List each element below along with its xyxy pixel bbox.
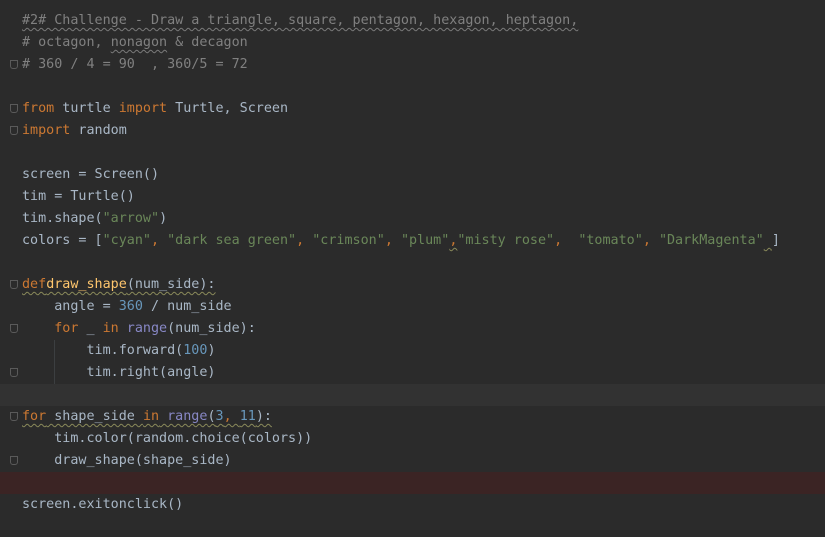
- keyword-for: for: [22, 321, 79, 336]
- keyword-import: import: [22, 123, 71, 138]
- statement: tim.color(random.choice(colors)): [22, 431, 313, 446]
- code-line-17[interactable]: tim.right(angle): [10, 362, 825, 384]
- code-line-6[interactable]: import random: [10, 120, 825, 142]
- fold-start-icon[interactable]: [10, 324, 18, 333]
- string: "dark sea green": [167, 233, 297, 248]
- punct: ,: [223, 409, 240, 424]
- statement: tim = Turtle(): [22, 189, 135, 204]
- loop-var: _: [78, 321, 103, 336]
- code-line-10[interactable]: tim.shape("arrow"): [22, 208, 825, 230]
- string: "crimson": [312, 233, 385, 248]
- code-line-15[interactable]: for _ in range(num_side):: [10, 318, 825, 340]
- statement: tim.forward(: [22, 343, 184, 358]
- string: "plum": [400, 233, 450, 248]
- comment: # octagon,: [22, 35, 111, 50]
- statement: tim.shape(: [22, 211, 103, 226]
- fold-end-icon[interactable]: [10, 126, 18, 135]
- fold-start-icon[interactable]: [10, 412, 18, 421]
- fold-end-icon[interactable]: [10, 60, 18, 69]
- code-line-23[interactable]: screen.exitonclick(): [22, 494, 825, 516]
- number: 3: [215, 409, 224, 424]
- keyword-def: def: [22, 277, 47, 292]
- code-line-21[interactable]: draw_shape(shape_side): [10, 450, 825, 472]
- loop-var: shape_side: [46, 409, 143, 424]
- code-line-3[interactable]: # 360 / 4 = 90 , 360/5 = 72: [10, 54, 825, 76]
- fold-end-icon[interactable]: [10, 368, 18, 377]
- code-line-1[interactable]: #2# Challenge - Draw a triangle, square,…: [22, 10, 825, 32]
- statement: screen.exitonclick(): [22, 497, 184, 512]
- punct: ):: [255, 409, 272, 424]
- string: "tomato": [578, 233, 643, 248]
- function-params: (num_side):: [126, 277, 216, 292]
- comment: & decagon: [167, 35, 248, 50]
- code-line-11[interactable]: colors = ["cyan", "dark sea green", "cri…: [22, 230, 825, 252]
- comment-typo: nonagon: [110, 35, 168, 50]
- comment: #2# Challenge - Draw a triangle, square,…: [22, 13, 579, 28]
- string: "DarkMagenta": [658, 233, 764, 248]
- code-line-12[interactable]: [22, 252, 825, 274]
- code-line-16[interactable]: tim.forward(100): [22, 340, 825, 362]
- code-line-20[interactable]: tim.color(random.choice(colors)): [22, 428, 825, 450]
- builtin-range: range: [118, 321, 168, 336]
- code-line-7[interactable]: [22, 142, 825, 164]
- statement: draw_shape(shape_side): [22, 453, 232, 468]
- keyword-for: for: [22, 409, 47, 424]
- statement: angle =: [22, 299, 119, 314]
- statement: colors = [: [22, 233, 103, 248]
- punct: ): [207, 343, 216, 358]
- module-name: turtle: [54, 101, 119, 116]
- call-args: (num_side):: [167, 321, 256, 336]
- fold-start-icon[interactable]: [10, 104, 18, 113]
- code-line-18-current[interactable]: [0, 384, 825, 406]
- code-line-22-error[interactable]: [0, 472, 825, 494]
- statement: tim.right(angle): [22, 365, 216, 380]
- fold-start-icon[interactable]: [10, 280, 18, 289]
- code-line-2[interactable]: # octagon, nonagon & decagon: [22, 32, 825, 54]
- string: "misty rose": [457, 233, 555, 248]
- code-line-19[interactable]: for shape_side in range(3, 11):: [10, 406, 825, 428]
- code-line-5[interactable]: from turtle import Turtle, Screen: [10, 98, 825, 120]
- keyword-in: in: [142, 409, 160, 424]
- code-editor[interactable]: #2# Challenge - Draw a triangle, square,…: [0, 0, 825, 537]
- punct: (: [207, 409, 216, 424]
- number: 11: [239, 409, 256, 424]
- builtin-range: range: [159, 409, 208, 424]
- code-line-13[interactable]: defdraw_shape(num_side):: [10, 274, 825, 296]
- code-line-9[interactable]: tim = Turtle(): [22, 186, 825, 208]
- fold-end-icon[interactable]: [10, 456, 18, 465]
- comment: # 360 / 4 = 90 , 360/5 = 72: [22, 57, 248, 72]
- keyword-in: in: [102, 321, 119, 336]
- keyword-import: import: [118, 101, 168, 116]
- import-names: Turtle, Screen: [167, 101, 289, 116]
- code-line-8[interactable]: screen = Screen(): [22, 164, 825, 186]
- number: 360: [118, 299, 143, 314]
- statement: screen = Screen(): [22, 167, 160, 182]
- function-name: draw_shape: [46, 277, 127, 292]
- code-line-14[interactable]: angle = 360 / num_side: [22, 296, 825, 318]
- string: "arrow": [102, 211, 160, 226]
- code-lines[interactable]: #2# Challenge - Draw a triangle, square,…: [0, 10, 825, 516]
- module-name: random: [70, 123, 127, 138]
- statement: / num_side: [142, 299, 232, 314]
- code-line-4[interactable]: [22, 76, 825, 98]
- keyword-from: from: [22, 101, 55, 116]
- number: 100: [183, 343, 208, 358]
- punct: ): [159, 211, 168, 226]
- string: "cyan": [102, 233, 151, 248]
